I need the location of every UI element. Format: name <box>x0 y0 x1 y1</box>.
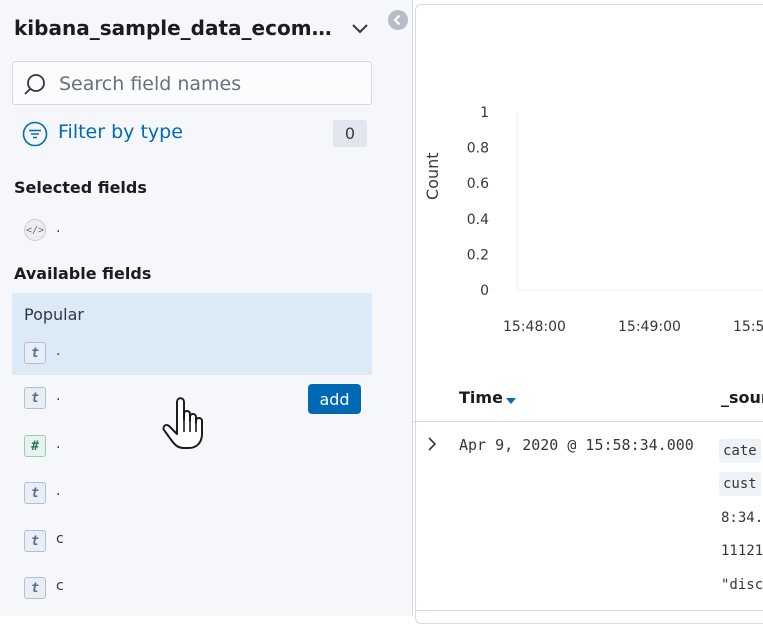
y-tick-label: 0.4 <box>467 212 489 228</box>
index-pattern-selector[interactable]: kibana_sample_data_ecomm... <box>14 14 374 42</box>
source-value: "disc <box>721 577 763 593</box>
source-value: 8:34. <box>721 510 763 526</box>
field-row[interactable]: t . <box>12 333 372 375</box>
source-column-header[interactable]: _sour <box>721 388 763 407</box>
selected-fields-title: Selected fields <box>14 178 147 197</box>
x-tick-label: 15:49:00 <box>618 319 681 335</box>
source-field-icon: </> <box>24 219 46 241</box>
popular-label: Popular <box>24 305 84 324</box>
y-tick-label: 1 <box>480 105 489 121</box>
documents-table-header: Time _sour <box>413 380 763 422</box>
search-icon <box>24 74 45 95</box>
string-field-icon: t <box>24 577 46 599</box>
sort-descending-icon[interactable] <box>505 397 517 405</box>
chevron-left-icon <box>393 14 401 26</box>
filter-by-type-button[interactable]: Filter by type 0 <box>22 119 368 149</box>
y-tick-label: 0.8 <box>467 141 489 157</box>
selected-field-row[interactable]: </> . <box>12 210 372 252</box>
hand-cursor-icon <box>162 397 203 449</box>
field-search-input[interactable] <box>57 70 357 98</box>
index-pattern-name[interactable]: kibana_sample_data_ecomm... <box>14 16 334 40</box>
add-field-button[interactable]: add <box>308 384 361 414</box>
source-field-chip: cust <box>719 472 761 496</box>
x-tick-label: 15:48:00 <box>503 319 566 335</box>
available-fields-title: Available fields <box>14 264 152 283</box>
field-sidebar: kibana_sample_data_ecomm... Filter by ty… <box>0 0 413 616</box>
field-name: . <box>56 436 61 452</box>
discover-main-panel: 1 0.8 0.6 0.4 0.2 0 15:48:00 15:49:00 15:5 Count… <box>413 0 763 624</box>
time-column-header[interactable]: Time <box>459 388 503 407</box>
field-search-box[interactable] <box>12 61 372 105</box>
field-name: . <box>56 220 61 236</box>
filter-icon <box>22 121 48 147</box>
collapse-sidebar-button[interactable] <box>388 10 408 30</box>
string-field-icon: t <box>24 482 46 504</box>
x-tick-label: 15:5 <box>733 319 763 335</box>
string-field-icon: t <box>24 387 46 409</box>
string-field-icon: t <box>24 530 46 552</box>
field-name: . <box>56 343 61 359</box>
document-timestamp: Apr 9, 2020 @ 15:58:34.000 <box>459 436 694 454</box>
chevron-down-icon[interactable] <box>348 16 372 40</box>
filter-by-type-label[interactable]: Filter by type <box>58 121 183 143</box>
chevron-right-icon[interactable] <box>425 436 439 452</box>
field-row[interactable]: t c <box>12 521 372 563</box>
number-field-icon: # <box>24 435 46 457</box>
field-name: c <box>56 531 64 547</box>
filter-count-badge: 0 <box>333 120 367 147</box>
source-value: 11121 <box>721 543 763 559</box>
row-divider <box>415 610 763 611</box>
field-row[interactable]: t c <box>12 568 372 610</box>
popular-fields-group: Popular t . <box>12 293 372 375</box>
y-tick-label: 0 <box>480 283 489 299</box>
field-row[interactable]: t . <box>12 473 372 515</box>
source-field-chip: cate <box>719 439 761 463</box>
field-name: . <box>56 483 61 499</box>
y-axis-label: Count <box>423 152 442 200</box>
histogram-chart: 1 0.8 0.6 0.4 0.2 0 15:48:00 15:49:00 15:5 <box>467 105 763 335</box>
field-name: . <box>56 388 61 404</box>
string-field-icon: t <box>24 342 46 364</box>
y-tick-label: 0.6 <box>467 176 489 192</box>
y-tick-label: 0.2 <box>467 247 489 263</box>
field-name: c <box>56 578 64 594</box>
